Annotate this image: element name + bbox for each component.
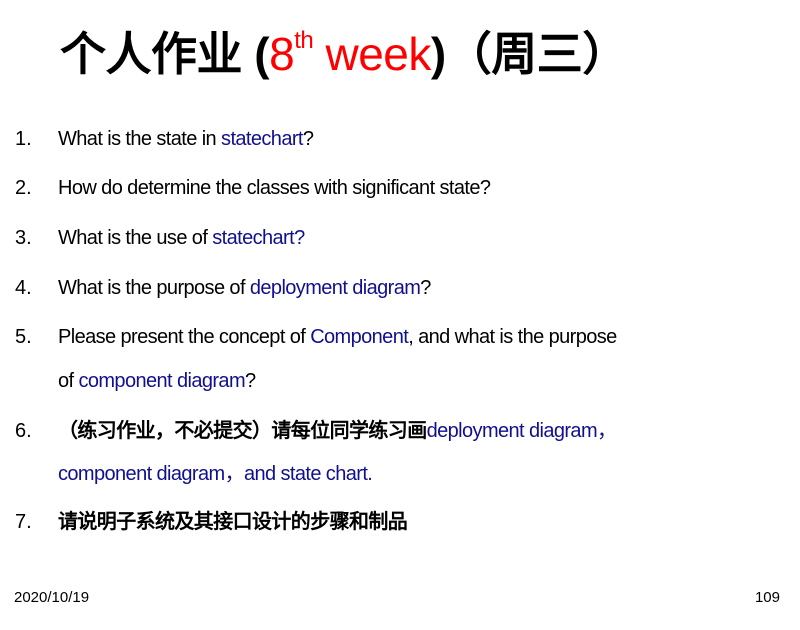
highlighted-term: deployment diagram [249,277,421,299]
highlighted-term: statechart? [212,227,305,249]
list-item-line: （练习作业，不必提交）请每位同学练习画deployment diagram， [58,419,617,443]
slide-date: 2020/10/19 [14,589,90,606]
list-number: 3. [15,227,32,249]
list-item-line: What is the purpose of deployment diagra… [58,276,431,300]
text-segment: （练习作业，不必提交）请每位同学练习画 [58,420,427,442]
title-suffix: )（周三） [430,28,628,80]
text-segment: Please present the concept of [58,326,311,348]
list-item-line: How do determine the classes with signif… [58,176,491,200]
text-segment: ? [302,128,314,150]
text-segment: ? [420,277,431,299]
text-segment: How do determine the classes with signif… [58,177,491,199]
list-item-line: Please present the concept of Component,… [58,325,617,349]
text-segment: 请说明子系统及其接口设计的步骤和制品 [58,511,408,533]
list-item-line: What is the state in statechart? [58,127,314,151]
text-segment: ? [245,370,256,392]
text-segment: What is the use of [58,227,213,249]
highlighted-term: Component [310,326,409,348]
title-prefix: 个人作业 ( [60,28,270,80]
list-number: 1. [15,128,32,150]
list-item-line: component diagram，and state chart. [58,462,373,486]
slide-title: 个人作业 (8th week)（周三） [60,18,628,84]
list-number: 2. [15,177,32,199]
list-number: 6. [15,420,32,442]
highlighted-term: statechart [221,128,303,150]
text-segment: What is the purpose of [58,277,250,299]
highlighted-term: component diagram，and state chart. [58,463,373,485]
text-segment: , and what is the purpose [408,326,617,348]
list-number: 5. [15,326,32,348]
slide-number: 109 [754,589,780,606]
title-week: 8th week [269,27,431,80]
list-item-line: 请说明子系统及其接口设计的步骤和制品 [58,510,408,534]
highlighted-term: deployment diagram， [426,420,617,442]
text-segment: What is the state in [58,128,222,150]
list-item-line: What is the use of statechart? [58,226,305,250]
list-item-line: of component diagram? [58,369,256,393]
text-segment: of [58,370,79,392]
list-number: 7. [15,511,32,533]
list-number: 4. [15,277,32,299]
highlighted-term: component diagram [78,370,246,392]
